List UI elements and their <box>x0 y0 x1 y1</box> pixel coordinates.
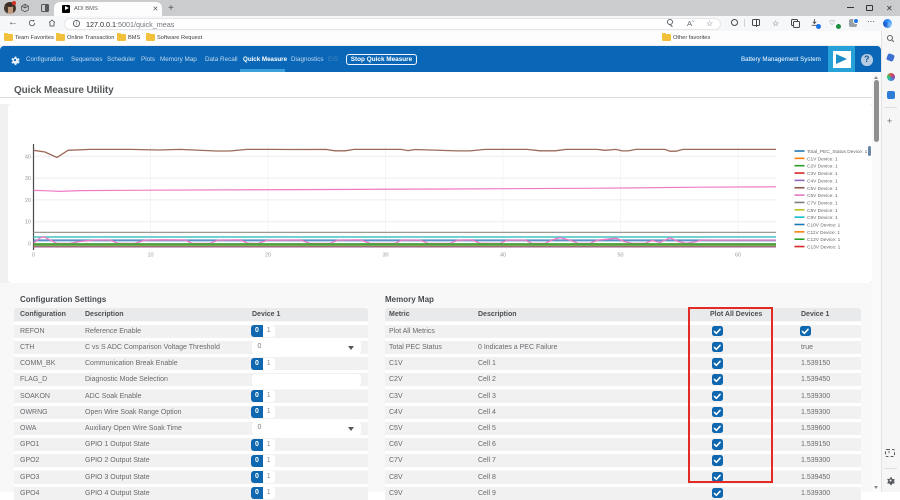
svg-text:20: 20 <box>265 253 271 259</box>
svg-text:10: 10 <box>147 253 153 259</box>
svg-text:C1V Device: 1: C1V Device: 1 <box>807 156 838 162</box>
svg-text:C9V Device: 1: C9V Device: 1 <box>807 215 838 221</box>
svg-text:0: 0 <box>28 242 31 248</box>
svg-text:0: 0 <box>32 253 35 259</box>
svg-text:30: 30 <box>382 253 388 259</box>
svg-text:40: 40 <box>500 253 506 259</box>
svg-text:C2V Device: 1: C2V Device: 1 <box>807 164 838 170</box>
svg-text:C10V Device: 1: C10V Device: 1 <box>807 223 841 229</box>
svg-text:Total_PEC_Status Device: 1: Total_PEC_Status Device: 1 <box>807 149 868 155</box>
svg-text:C8V Device: 1: C8V Device: 1 <box>807 208 838 214</box>
svg-text:C3V Device: 1: C3V Device: 1 <box>807 171 838 177</box>
svg-text:C12V Device: 1: C12V Device: 1 <box>807 237 841 243</box>
svg-text:C7V Device: 1: C7V Device: 1 <box>807 200 838 206</box>
svg-text:10: 10 <box>25 220 31 226</box>
svg-text:C6V Device: 1: C6V Device: 1 <box>807 193 838 199</box>
svg-text:C5V Device: 1: C5V Device: 1 <box>807 186 838 192</box>
svg-text:60: 60 <box>735 253 741 259</box>
svg-text:40: 40 <box>25 154 31 160</box>
svg-text:30: 30 <box>25 176 31 182</box>
svg-text:50: 50 <box>617 253 623 259</box>
svg-text:C4V Device: 1: C4V Device: 1 <box>807 178 838 184</box>
svg-text:C11V Device: 1: C11V Device: 1 <box>807 230 840 236</box>
svg-text:20: 20 <box>25 198 31 204</box>
svg-text:C13V Device: 1: C13V Device: 1 <box>807 245 841 251</box>
